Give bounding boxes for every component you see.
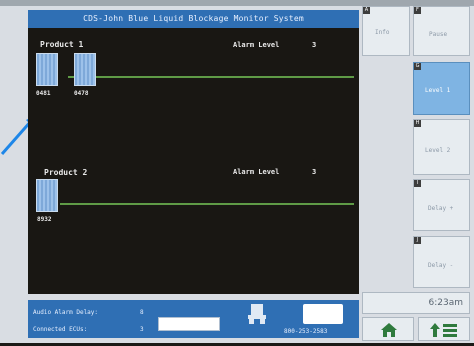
softkey-letter: H [414,120,421,127]
audio-delay-value: 8 [140,309,144,316]
product-2-alarm-value: 3 [312,168,317,176]
home-button[interactable] [362,317,414,341]
phone-number: 800-253-2583 [284,328,328,335]
clock-display: 6:23am [362,292,470,314]
softkey-letter: F [414,7,421,14]
status-input-field[interactable] [158,317,220,331]
audio-delay-label: Audio Alarm Delay: [33,309,99,316]
softkey-delay-plus[interactable]: I Delay + [413,179,470,231]
sensor-id: 8932 [37,216,52,223]
john-blue-logo [303,304,343,324]
sensor-block[interactable] [74,53,96,86]
sensor-id: 0478 [74,90,89,97]
product-1-alarm-value: 3 [312,41,317,49]
softkey-label: Delay + [428,205,454,212]
connected-ecus-label: Connected ECUs: [33,326,88,333]
softkey-level-2[interactable]: H Level 2 [413,119,470,175]
softkey-pause[interactable]: F Pause [413,6,470,56]
product-2-alarm-label: Alarm Level [233,168,280,176]
softkey-label: Level 2 [425,147,451,154]
sensor-id: 0481 [36,90,51,97]
connected-ecus-value: 3 [140,326,144,333]
sensor-block[interactable] [36,53,58,86]
product-1-alarm-label: Alarm Level [233,41,280,49]
menu-up-button[interactable] [418,317,470,341]
window-title: CDS-John Blue Liquid Blockage Monitor Sy… [28,10,359,28]
arrow-up-list-icon [430,323,457,337]
softkey-letter: G [414,63,421,70]
softkey-letter: A [363,7,370,14]
tractor-icon [248,304,266,324]
softkey-level-1[interactable]: G Level 1 [413,62,470,115]
softkey-delay-minus[interactable]: J Delay - [413,236,470,288]
status-bar: Audio Alarm Delay: 8 Connected ECUs: 3 8… [28,300,359,338]
product-2-title: Product 2 [44,168,88,177]
softkey-label: Pause [429,31,448,38]
product-2-track [60,203,354,205]
softkey-info[interactable]: A Info [362,6,410,56]
product-1-track [68,76,354,78]
home-icon [381,323,397,337]
product-1-title: Product 1 [40,40,84,49]
softkey-letter: J [414,237,421,244]
softkey-label: Info [375,29,390,36]
softkey-label: Level 1 [425,87,451,94]
softkey-letter: I [414,180,421,187]
sensor-block[interactable] [36,179,58,212]
softkey-label: Delay - [428,262,454,269]
